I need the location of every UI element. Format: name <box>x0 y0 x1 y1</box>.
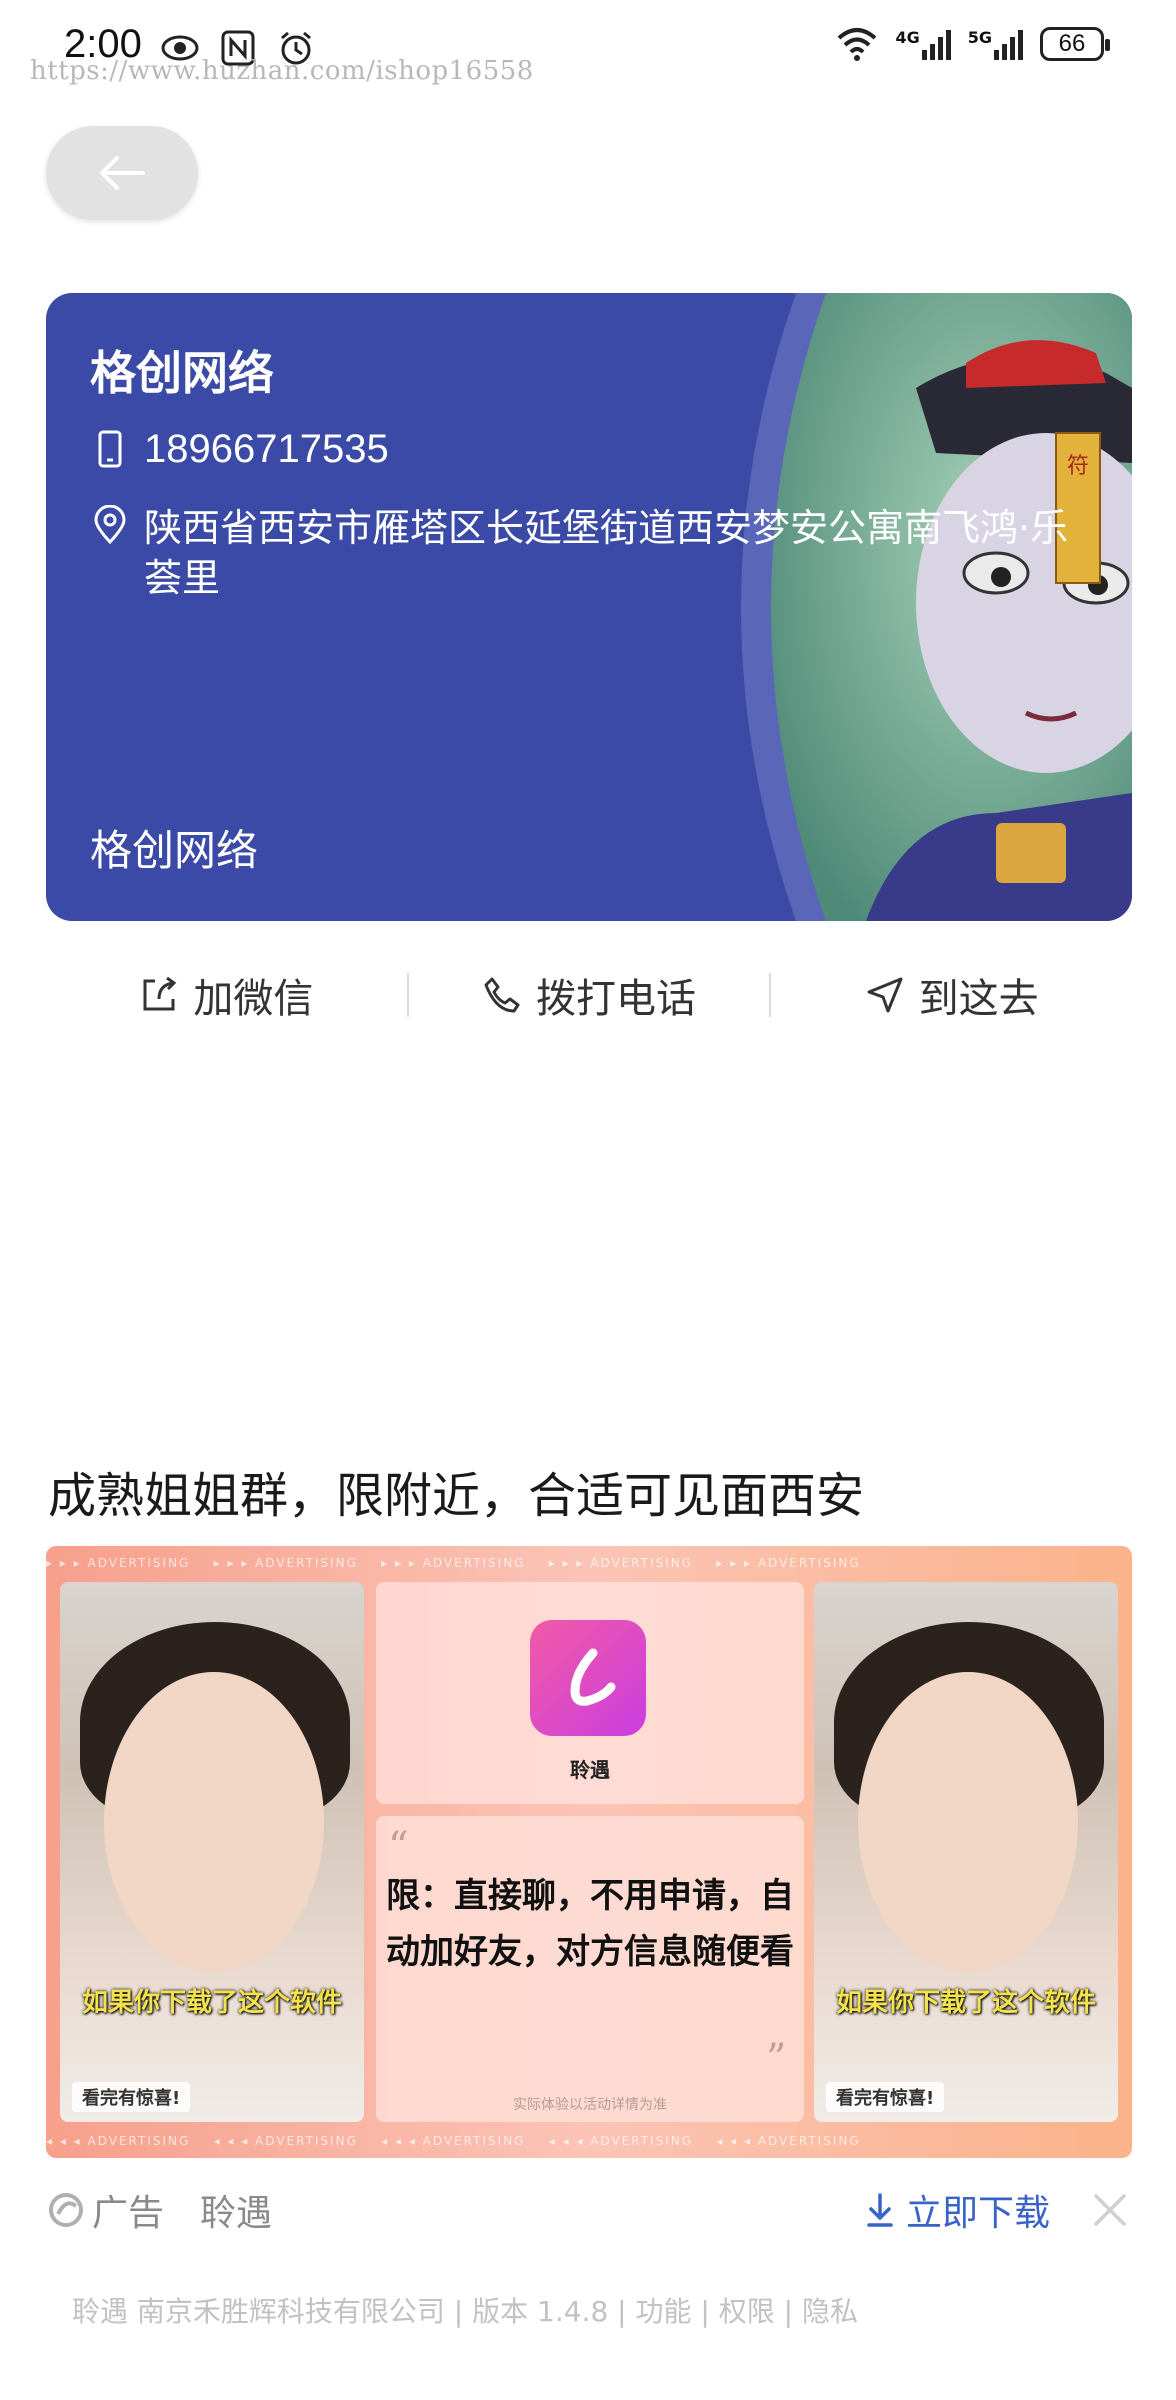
navigate-label: 到这去 <box>918 976 1039 1022</box>
ad-fine-print: 实际体验以活动详情为准 <box>513 2097 667 2113</box>
svg-text:符: 符 <box>1067 454 1089 479</box>
add-wechat-label: 加微信 <box>193 976 314 1022</box>
arrow-left-icon <box>100 156 145 190</box>
card-phone-row[interactable]: 18966717535 <box>90 427 389 472</box>
battery-indicator: 66 <box>1040 27 1110 61</box>
ad-photo-tag: 看完有惊喜! <box>72 2082 191 2112</box>
ad-source-icon <box>49 2193 83 2227</box>
ad-banner-image[interactable]: ▸ ▸ ▸ ADVERTISING ▸ ▸ ▸ ADVERTISING ▸ ▸ … <box>46 1546 1132 2158</box>
ad-quote-text: 限：直接聊，不用申请，自动加好友，对方信息随便看 <box>386 1876 794 1972</box>
ad-photo-left: 如果你下载了这个软件 看完有惊喜! <box>60 1582 364 2122</box>
watermark-url: https://www.huzhan.com/ishop16558 <box>30 56 534 86</box>
status-icons-right: 4G 5G 66 <box>835 26 1110 62</box>
ad-meta-info[interactable]: 聆遇 南京禾胜辉科技有限公司 | 版本 1.4.8 | 功能 | 权限 | 隐私 <box>72 2290 858 2330</box>
action-bar: 加微信 拨打电话 到这去 <box>46 950 1132 1040</box>
mobile-phone-icon <box>98 430 122 468</box>
ad-photo-caption-right: 如果你下载了这个软件 <box>835 1988 1096 2018</box>
phone-icon <box>484 977 520 1013</box>
ad-strip-text: ▸ ▸ ▸ ADVERTISING <box>46 1556 191 1570</box>
location-pin-icon <box>94 505 126 545</box>
navigation-arrow-icon <box>867 977 903 1013</box>
download-icon <box>867 2193 893 2227</box>
download-label: 立即下载 <box>905 2193 1050 2234</box>
navigate-button[interactable]: 到这去 <box>771 966 1132 1024</box>
signal-4g-icon: 4G <box>895 28 951 60</box>
close-icon[interactable] <box>1088 2188 1132 2232</box>
card-phone-number: 18966717535 <box>144 427 389 471</box>
ad-advertiser: 聆遇 <box>200 2193 273 2234</box>
ad-title[interactable]: 成熟姐姐群，限附近，合适可见面西安 <box>48 1456 864 1526</box>
card-footer-name: 格创网络 <box>90 826 259 875</box>
card-address: 陕西省西安市雁塔区长延堡街道西安梦安公寓南飞鸿·乐荟里 <box>144 506 1069 600</box>
business-card: 符 格创网络 18966717535 陕西省西安市雁塔区长延堡街道西安梦安公寓南… <box>46 293 1132 921</box>
ad-label: 广告 <box>92 2193 165 2234</box>
ad-strip-top: ▸ ▸ ▸ ADVERTISING ▸ ▸ ▸ ADVERTISING ▸ ▸ … <box>46 1556 861 1570</box>
ad-photo-caption: 如果你下载了这个软件 <box>81 1988 342 2018</box>
status-bar: 2:00 https://www.huzhan.com/ishop16558 4… <box>0 0 1176 100</box>
card-company-name: 格创网络 <box>90 346 274 400</box>
download-button[interactable]: 立即下载 <box>864 2180 1050 2240</box>
call-button[interactable]: 拨打电话 <box>409 966 770 1024</box>
network-label-1: 4G <box>895 28 920 47</box>
ad-app-name: 聆遇 <box>570 1758 610 1782</box>
call-label: 拨打电话 <box>536 976 696 1022</box>
card-address-row: 陕西省西安市雁塔区长延堡街道西安梦安公寓南飞鸿·乐荟里 <box>90 503 1090 603</box>
share-icon <box>143 976 177 1011</box>
ad-photo-tag-right: 看完有惊喜! <box>826 2082 945 2112</box>
ad-photo-right: 如果你下载了这个软件 看完有惊喜! <box>814 1582 1118 2122</box>
ad-strip-bottom: ◂ ◂ ◂ ADVERTISING ◂ ◂ ◂ ADVERTISING ◂ ◂ … <box>46 2134 861 2148</box>
network-label-2: 5G <box>967 28 992 47</box>
add-wechat-button[interactable]: 加微信 <box>46 966 407 1024</box>
wifi-icon <box>838 28 877 61</box>
card-character-image: 符 <box>741 293 1132 921</box>
quote-open-icon: “ <box>388 1824 409 1870</box>
quote-close-icon: ” <box>766 2036 787 2082</box>
signal-5g-icon: 5G <box>968 28 1024 60</box>
ad-footer: 广告 聆遇 立即下载 <box>46 2180 1132 2240</box>
app-logo-icon <box>530 1620 646 1736</box>
back-button[interactable] <box>46 126 198 220</box>
